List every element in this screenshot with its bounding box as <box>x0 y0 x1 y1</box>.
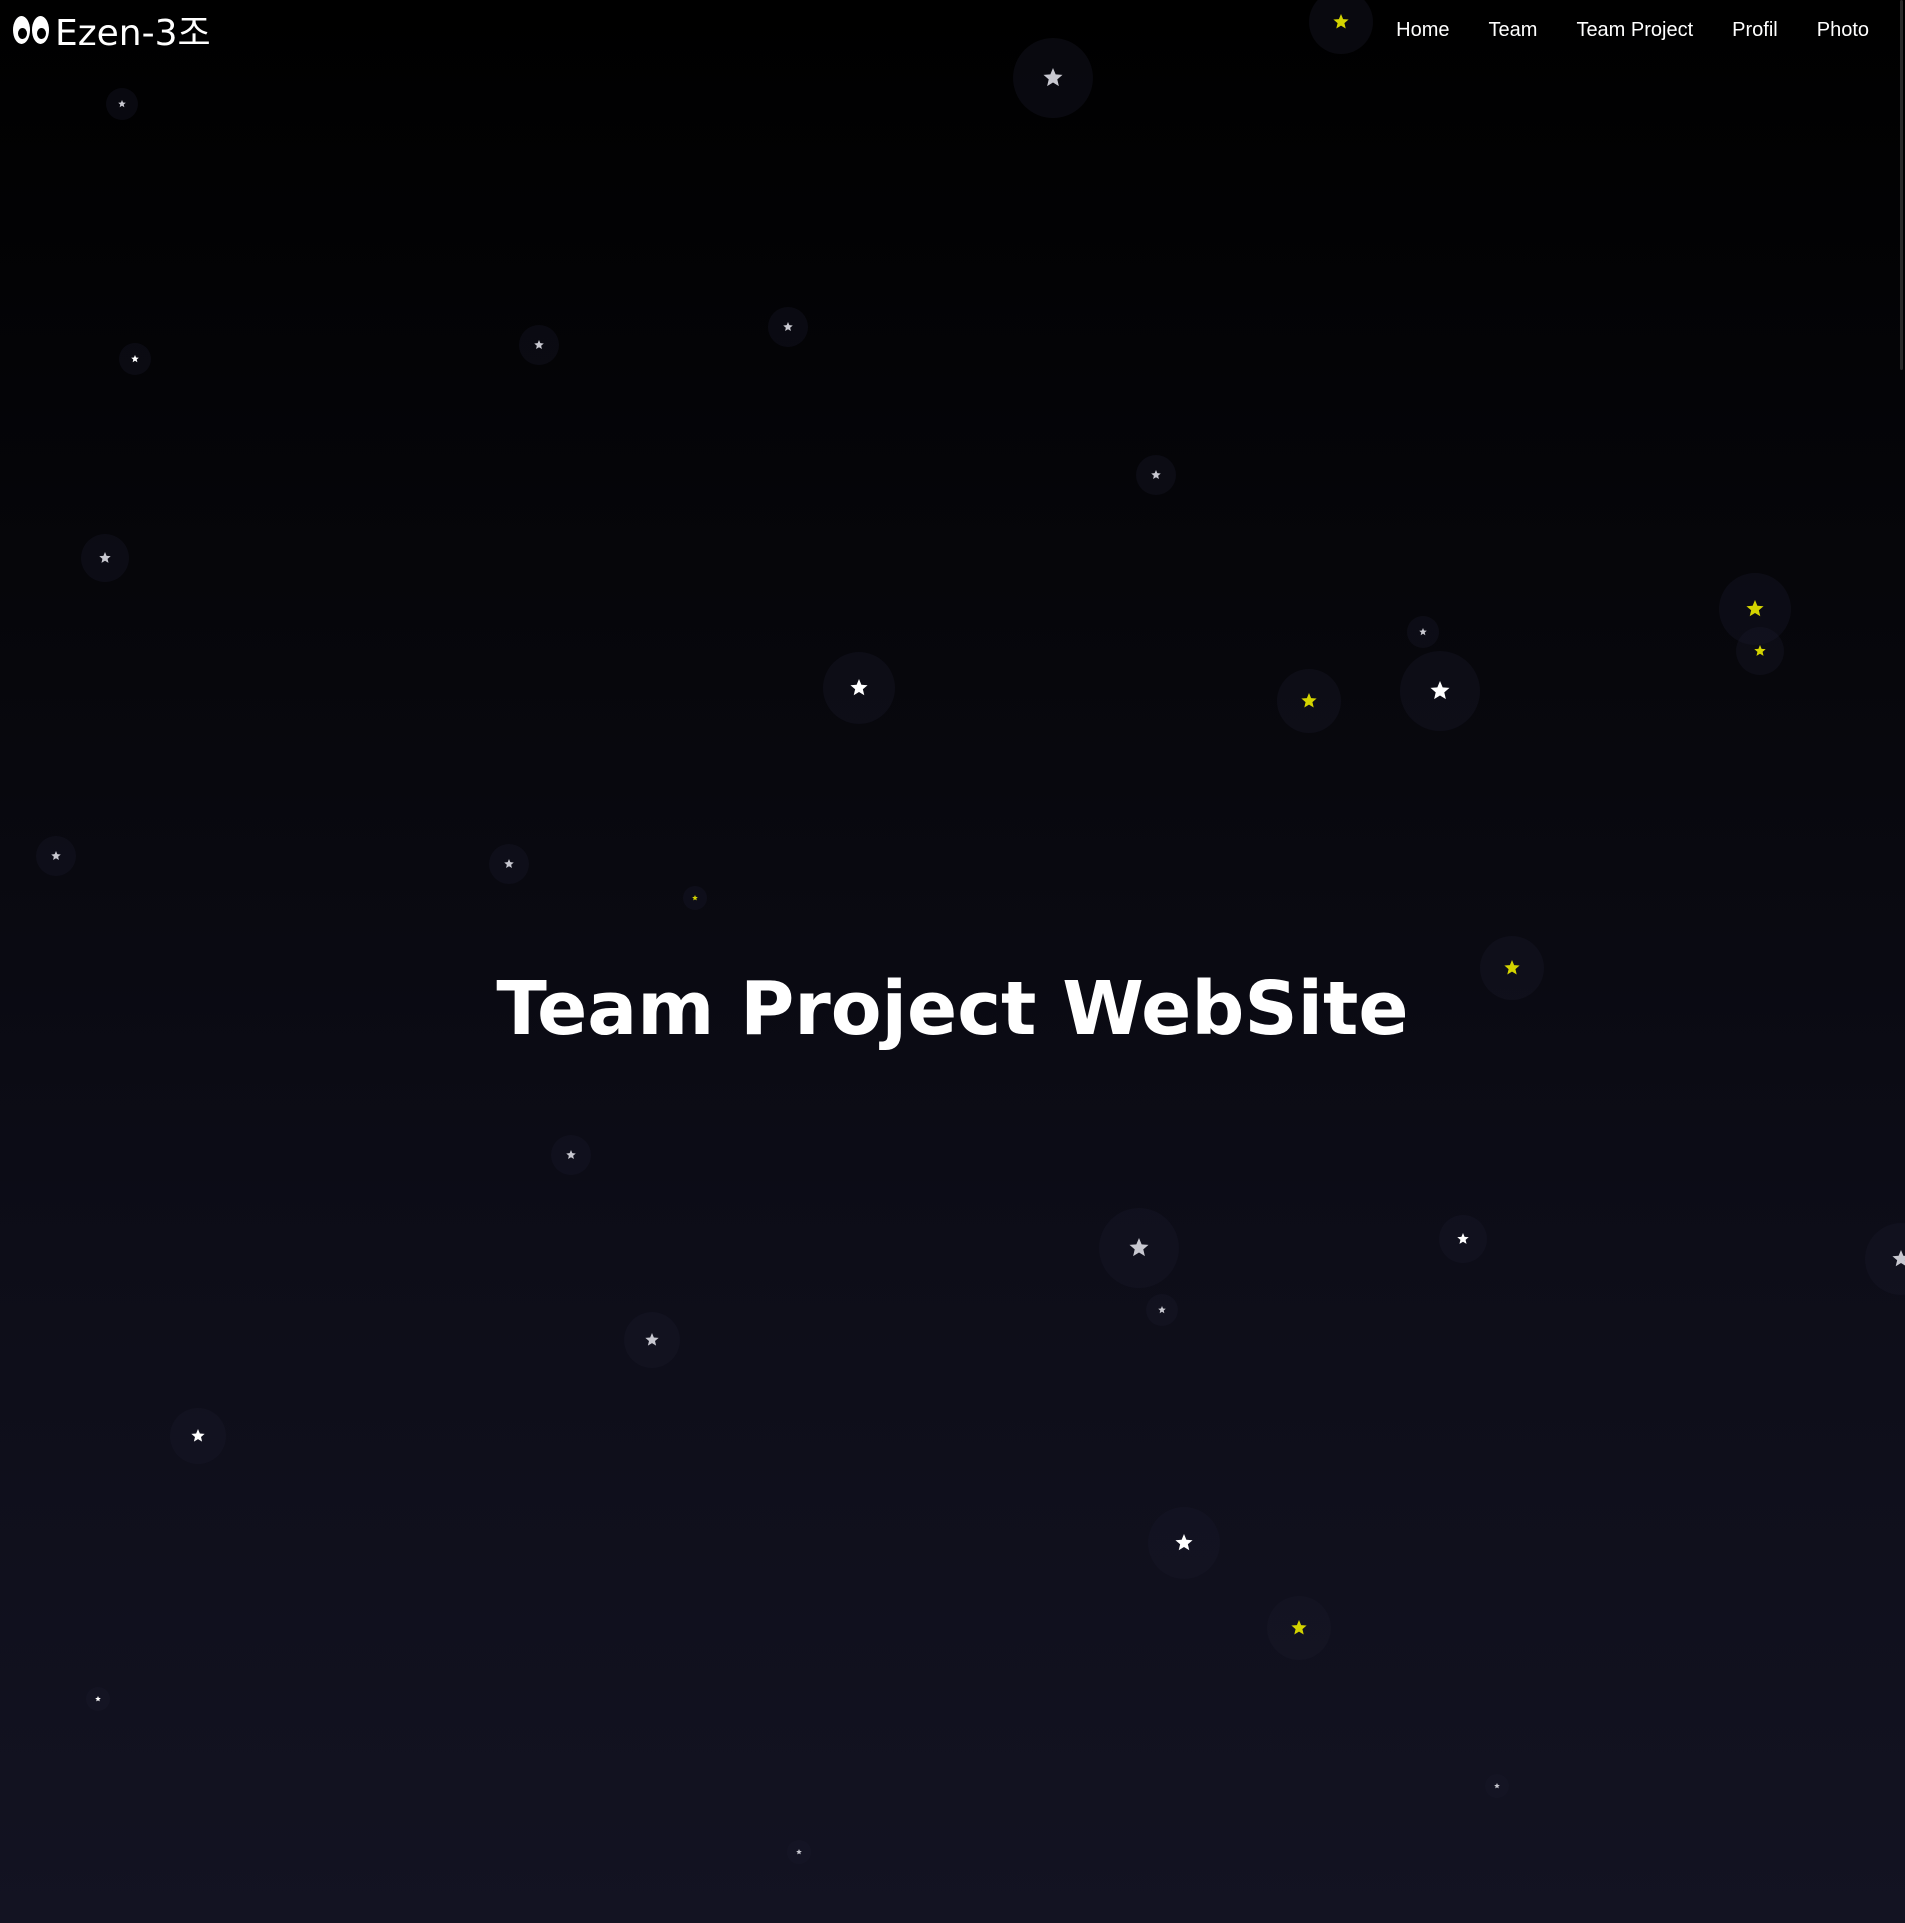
nav-link-home[interactable]: Home <box>1396 19 1449 41</box>
starfield-background <box>36 0 1905 1864</box>
brand-name: Ezen-3조 <box>55 13 211 54</box>
nav-item-home: Home <box>1396 16 1449 44</box>
nav-item-photo: Photo <box>1817 16 1869 44</box>
nav-link-photo[interactable]: Photo <box>1817 19 1869 41</box>
nav-item-team: Team <box>1489 16 1538 44</box>
eyes-icon <box>13 16 49 44</box>
hero-title: Team Project WebSite <box>496 966 1409 1052</box>
top-navbar: Ezen-3조 Home Team Team Project Profil Ph… <box>0 0 1905 60</box>
brand-logo-link[interactable]: Ezen-3조 <box>13 4 211 56</box>
nav-item-profil: Profil <box>1732 16 1778 44</box>
nav-link-team[interactable]: Team <box>1489 19 1538 41</box>
nav-item-team-project: Team Project <box>1576 16 1693 44</box>
nav-link-team-project[interactable]: Team Project <box>1576 19 1693 41</box>
nav-link-profil[interactable]: Profil <box>1732 19 1778 41</box>
nav-menu: Home Team Team Project Profil Photo <box>1357 16 1869 44</box>
